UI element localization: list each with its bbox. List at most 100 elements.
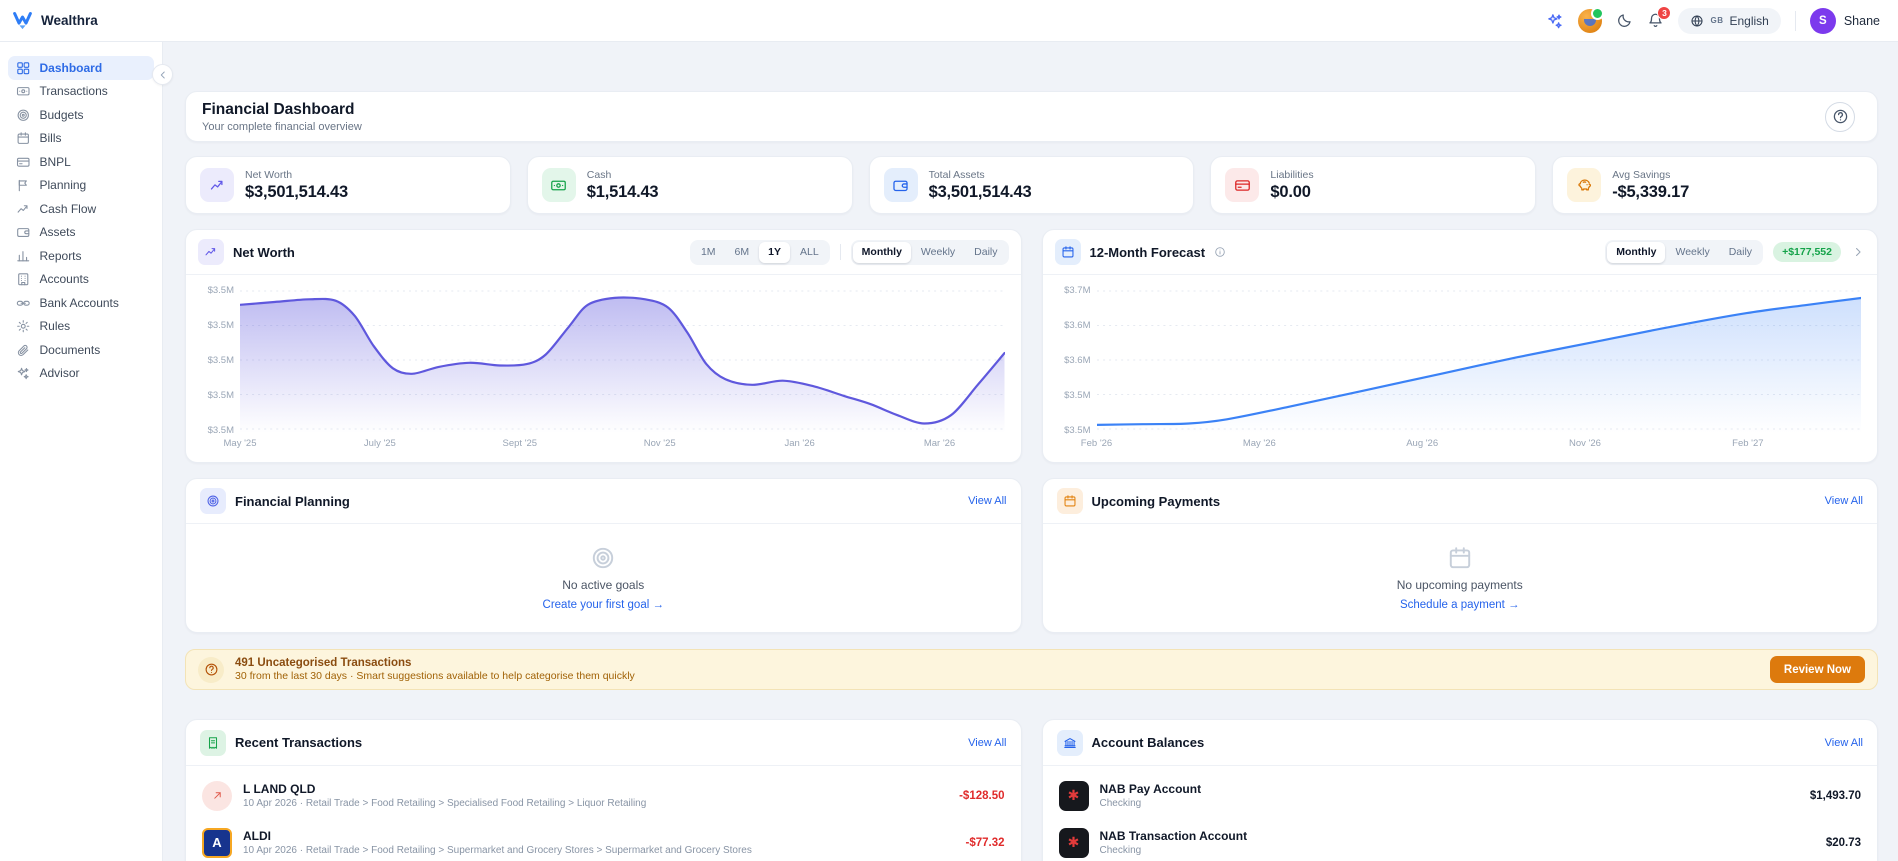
granularity-option-monthly[interactable]: Monthly — [852, 241, 911, 263]
info-icon[interactable] — [1214, 246, 1226, 258]
language-code: GB — [1710, 16, 1724, 25]
planning-title: Financial Planning — [235, 493, 350, 509]
mood-avatar-button[interactable] — [1578, 6, 1605, 33]
transactions-list: L LAND QLD 10 Apr 2026 · Retail Trade > F… — [186, 766, 1021, 861]
notifications-button[interactable]: 3 — [1647, 6, 1672, 29]
forecast-granularity-toggle: Monthly Weekly Daily — [1605, 239, 1764, 265]
stat-texts: Avg Savings -$5,339.17 — [1612, 169, 1689, 202]
stat-card-liabilities[interactable]: Liabilities $0.00 — [1210, 156, 1537, 214]
sidebar-item-planning[interactable]: Planning — [8, 174, 154, 198]
sidebar-item-advisor[interactable]: Advisor — [8, 362, 154, 386]
account-balance: $1,493.70 — [1809, 789, 1861, 802]
question-icon — [1832, 108, 1849, 125]
forecast-granularity-option-weekly[interactable]: Weekly — [1666, 242, 1718, 263]
brand-name: Wealthra — [41, 13, 98, 28]
transaction-row[interactable]: A ALDI 10 Apr 2026 · Retail Trade > Food R… — [202, 819, 1005, 861]
range-option-6m[interactable]: 6M — [726, 242, 759, 263]
schedule-payment-link[interactable]: Schedule a payment → — [1400, 599, 1520, 611]
forecast-title: 12-Month Forecast — [1089, 244, 1206, 260]
sparkles-icon — [1546, 12, 1564, 30]
help-button[interactable] — [1825, 101, 1855, 132]
user-name: Shane — [1843, 13, 1880, 28]
range-option-1m[interactable]: 1M — [692, 242, 725, 263]
range-option-all[interactable]: ALL — [791, 242, 828, 263]
wallet-icon — [883, 168, 918, 202]
stat-label: Total Assets — [928, 168, 985, 181]
stat-label: Net Worth — [245, 168, 293, 181]
calendar-icon — [1054, 239, 1081, 265]
panels-row: Financial Planning View All No active go… — [185, 478, 1878, 633]
language-selector[interactable]: GB English — [1678, 7, 1781, 34]
x-tick-label: Aug '26 — [1406, 438, 1439, 449]
range-option-1y[interactable]: 1Y — [759, 241, 790, 263]
stat-label: Cash — [586, 168, 612, 181]
chevron-left-icon — [157, 69, 169, 81]
sidebar-item-accounts[interactable]: Accounts — [8, 268, 154, 292]
forecast-next-button[interactable] — [1851, 245, 1865, 259]
sidebar-item-bnpl[interactable]: BNPL — [8, 150, 154, 174]
account-name: NAB Pay Account — [1099, 782, 1202, 796]
sidebar-item-documents[interactable]: Documents — [8, 338, 154, 362]
account-balances-card: Account Balances View All ✱ NAB Pay Accou… — [1041, 719, 1878, 861]
transaction-row[interactable]: L LAND QLD 10 Apr 2026 · Retail Trade > F… — [202, 772, 1005, 819]
forecast-card: 12-Month Forecast Monthly Weekly Daily +$1… — [1041, 229, 1878, 463]
sidebar-item-reports[interactable]: Reports — [8, 244, 154, 268]
user-menu[interactable]: S Shane — [1809, 7, 1880, 34]
y-tick-label: $3.5M — [207, 390, 234, 401]
stat-card-total-assets[interactable]: Total Assets $3,501,514.43 — [868, 156, 1195, 214]
sidebar-item-bank-accounts[interactable]: Bank Accounts — [8, 291, 154, 315]
link-icon — [16, 296, 31, 311]
sidebar-item-transactions[interactable]: Transactions — [8, 80, 154, 104]
ai-sparkles-button[interactable] — [1546, 12, 1564, 30]
sidebar-item-budgets[interactable]: Budgets — [8, 103, 154, 127]
accounts-view-all-link[interactable]: View All — [1825, 737, 1863, 749]
dark-mode-button[interactable] — [1616, 12, 1633, 29]
bank-icon — [1056, 729, 1083, 756]
forecast-granularity-option-daily[interactable]: Daily — [1720, 242, 1761, 263]
upcoming-payments-card: Upcoming Payments View All No upcoming p… — [1041, 478, 1878, 633]
account-row[interactable]: ✱ NAB Pay Account Checking $1,493.70 — [1058, 772, 1861, 819]
sidebar-item-label: BNPL — [39, 154, 71, 169]
page-header-card: Financial Dashboard Your complete financ… — [185, 91, 1878, 142]
piggy-bank-icon — [1567, 168, 1602, 202]
planning-view-all-link[interactable]: View All — [968, 495, 1006, 507]
stat-texts: Cash $1,514.43 — [587, 169, 659, 202]
stat-card-avg-savings[interactable]: Avg Savings -$5,339.17 — [1552, 156, 1878, 214]
sidebar-item-label: Dashboard — [39, 60, 103, 75]
accounts-list: ✱ NAB Pay Account Checking $1,493.70 ✱ NAB Tr… — [1043, 766, 1878, 861]
payments-view-all-link[interactable]: View All — [1825, 495, 1863, 507]
stat-card-cash[interactable]: Cash $1,514.43 — [526, 156, 853, 214]
nab-logo: ✱ — [1058, 780, 1089, 811]
forecast-y-axis: $3.7M $3.6M $3.6M $3.5M $3.5M — [1053, 285, 1097, 458]
x-tick-label: Jan '26 — [784, 438, 815, 449]
sidebar-item-dashboard[interactable]: Dashboard — [8, 56, 154, 80]
grid-icon — [16, 61, 31, 76]
stat-texts: Net Worth $3,501,514.43 — [245, 169, 348, 202]
stat-value: $3,501,514.43 — [245, 182, 348, 201]
sidebar-item-label: Reports — [39, 248, 82, 263]
sidebar-item-rules[interactable]: Rules — [8, 315, 154, 339]
sidebar-item-cash-flow[interactable]: Cash Flow — [8, 197, 154, 221]
sidebar-item-label: Documents — [39, 342, 101, 357]
sidebar-collapse-button[interactable] — [152, 64, 173, 85]
sidebar-item-label: Accounts — [39, 272, 89, 287]
transactions-view-all-link[interactable]: View All — [968, 737, 1006, 749]
account-row[interactable]: ✱ NAB Transaction Account Checking $20.73 — [1058, 819, 1861, 861]
review-now-button[interactable]: Review Now — [1769, 656, 1865, 683]
chevron-right-icon — [1851, 245, 1865, 259]
create-goal-link[interactable]: Create your first goal → — [543, 599, 664, 611]
stat-card-net-worth[interactable]: Net Worth $3,501,514.43 — [185, 156, 511, 214]
granularity-option-daily[interactable]: Daily — [965, 242, 1006, 263]
forecast-granularity-option-monthly[interactable]: Monthly — [1607, 241, 1666, 263]
x-tick-label: May '26 — [1242, 438, 1276, 449]
x-tick-label: Sept '25 — [502, 438, 538, 449]
y-tick-label: $3.5M — [1064, 390, 1091, 401]
account-balance: $20.73 — [1825, 836, 1861, 849]
sidebar-item-assets[interactable]: Assets — [8, 221, 154, 245]
account-texts: NAB Pay Account Checking — [1100, 782, 1202, 809]
online-status-dot — [1591, 6, 1605, 20]
globe-icon — [1690, 14, 1704, 28]
sidebar-item-bills[interactable]: Bills — [8, 127, 154, 151]
granularity-option-weekly[interactable]: Weekly — [912, 242, 964, 263]
x-tick-label: Feb '27 — [1732, 438, 1764, 449]
